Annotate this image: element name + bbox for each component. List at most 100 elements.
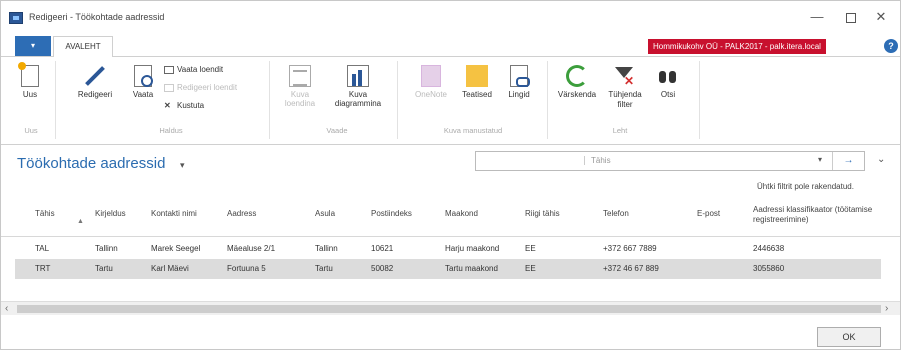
binoculars-icon (657, 65, 679, 87)
view-button-label: Vaata (132, 90, 154, 99)
title-bar: Redigeeri - Töökohtade aadressid — ✕ (1, 1, 900, 35)
group-label-show-attached: Kuva manustatud (443, 126, 503, 135)
minimize-button[interactable]: — (803, 6, 831, 28)
scroll-right-icon[interactable]: › (885, 302, 888, 316)
cell-postcode: 50082 (371, 264, 394, 273)
column-header-contact[interactable]: Kontakti nimi (151, 209, 197, 218)
new-button[interactable]: Uus (15, 62, 45, 99)
close-button[interactable]: ✕ (867, 6, 895, 28)
ribbon-separator (55, 61, 56, 139)
new-document-icon (18, 62, 39, 87)
cell-country: EE (525, 264, 536, 273)
column-header-email[interactable]: E-post (697, 209, 720, 218)
column-header-description[interactable]: Kirjeldus (95, 209, 126, 218)
ribbon-separator (397, 61, 398, 139)
file-menu-tab[interactable]: ▾ (15, 36, 51, 56)
search-field-dropdown-icon[interactable]: ▾ (818, 155, 822, 164)
clear-filter-label: Tühjenda filter (608, 90, 642, 109)
show-as-list-label: Kuva loendina (284, 90, 316, 108)
table-row[interactable]: TAL Tallinn Marek Seegel Mäealuse 2/1 Ta… (15, 239, 881, 259)
show-as-list-button[interactable]: Kuva loendina (277, 65, 323, 108)
page-title: Töökohtade aadressid (17, 155, 166, 172)
ok-button[interactable]: OK (817, 327, 881, 347)
search-go-button[interactable]: → (832, 152, 864, 170)
delete-button[interactable]: ✕ Kustuta (164, 101, 204, 110)
new-button-label: Uus (22, 90, 38, 99)
help-icon[interactable]: ? (884, 39, 898, 53)
edit-list-icon (164, 83, 174, 92)
list-icon (164, 65, 174, 74)
cell-classifier: 3055860 (753, 264, 785, 273)
cell-address: Fortuuna 5 (227, 264, 266, 273)
onenote-button[interactable]: OneNote (409, 65, 453, 99)
column-header-phone[interactable]: Telefon (603, 209, 629, 218)
find-button[interactable]: Otsi (651, 65, 685, 99)
refresh-label: Värskenda (557, 90, 597, 99)
page-title-dropdown[interactable]: ▾ (180, 160, 185, 171)
cell-classifier: 2446638 (753, 244, 785, 253)
refresh-button[interactable]: Värskenda (553, 65, 601, 99)
horizontal-scrollbar[interactable]: ‹ › (1, 301, 900, 315)
chart-icon (347, 65, 369, 87)
clear-filter-icon (614, 65, 636, 88)
ribbon: Uus Uus Redigeeri Vaata Vaata loendit Re… (1, 57, 900, 145)
link-icon (510, 65, 530, 87)
cell-code: TAL (35, 244, 50, 253)
search-input[interactable]: Tähis ▾ → (475, 151, 865, 171)
app-window: Redigeeri - Töökohtade aadressid — ✕ ▾ A… (0, 0, 901, 350)
cell-contact: Marek Seegel (151, 244, 201, 253)
cell-county: Tartu maakond (445, 264, 498, 273)
refresh-icon (566, 65, 588, 87)
column-header-classifier[interactable]: Aadressi klassifikaator (töötamise regis… (753, 205, 887, 225)
collapse-filter-icon[interactable]: ⌄ (877, 154, 885, 165)
edit-list-label: Redigeeri loendit (177, 83, 238, 92)
cell-description: Tartu (95, 264, 113, 273)
cell-city: Tartu (315, 264, 333, 273)
edit-button[interactable]: Redigeeri (69, 65, 121, 99)
cell-phone: +372 46 67 889 (603, 264, 659, 273)
sort-ascending-icon: ▲ (77, 218, 84, 225)
maximize-icon (846, 12, 856, 23)
find-label: Otsi (660, 90, 676, 99)
cell-description: Tallinn (95, 244, 118, 253)
show-as-chart-button[interactable]: Kuva diagrammina (325, 65, 391, 108)
cell-contact: Karl Mäevi (151, 264, 189, 273)
group-label-new: Uus (24, 126, 38, 135)
column-header-address[interactable]: Aadress (227, 209, 256, 218)
tab-avaleht[interactable]: AVALEHT (53, 36, 113, 58)
cell-code: TRT (35, 264, 51, 273)
notes-button[interactable]: Teatised (455, 65, 499, 99)
app-icon (9, 12, 23, 24)
view-button[interactable]: Vaata (125, 65, 161, 99)
show-list-icon (289, 65, 311, 87)
cell-postcode: 10621 (371, 244, 394, 253)
links-label: Lingid (508, 90, 530, 99)
column-header-city[interactable]: Asula (315, 209, 335, 218)
cell-address: Mäealuse 2/1 (227, 244, 276, 253)
scrollbar-thumb[interactable] (17, 305, 881, 313)
cell-phone: +372 667 7889 (603, 244, 657, 253)
maximize-button[interactable] (837, 6, 865, 28)
search-field-selector[interactable]: Tähis (584, 156, 611, 165)
view-icon (134, 65, 153, 87)
edit-list-button[interactable]: Redigeeri loendit (164, 83, 237, 92)
links-button[interactable]: Lingid (501, 65, 537, 99)
column-header-code[interactable]: Tähis (35, 209, 55, 218)
column-header-country[interactable]: Riigi tähis (525, 209, 560, 218)
company-badge: Hommikukohv OÜ - PALK2017 - palk.itera.l… (648, 39, 826, 54)
scroll-left-icon[interactable]: ‹ (5, 302, 8, 316)
delete-label: Kustuta (177, 101, 205, 110)
ribbon-separator (699, 61, 700, 139)
notes-label: Teatised (462, 90, 492, 99)
column-header-postcode[interactable]: Postiindeks (371, 209, 412, 218)
view-list-label: Vaata loendit (177, 65, 224, 74)
window-title: Redigeeri - Töökohtade aadressid (29, 12, 165, 22)
clear-filter-button[interactable]: Tühjenda filter (603, 65, 647, 110)
edit-button-label: Redigeeri (77, 90, 113, 99)
note-icon (466, 65, 488, 87)
column-header-county[interactable]: Maakond (445, 209, 478, 218)
view-list-button[interactable]: Vaata loendit (164, 65, 223, 74)
group-label-manage: Haldus (159, 126, 183, 135)
table-row-selected[interactable]: TRT Tartu Karl Mäevi Fortuuna 5 Tartu 50… (15, 259, 881, 279)
ribbon-separator (547, 61, 548, 139)
